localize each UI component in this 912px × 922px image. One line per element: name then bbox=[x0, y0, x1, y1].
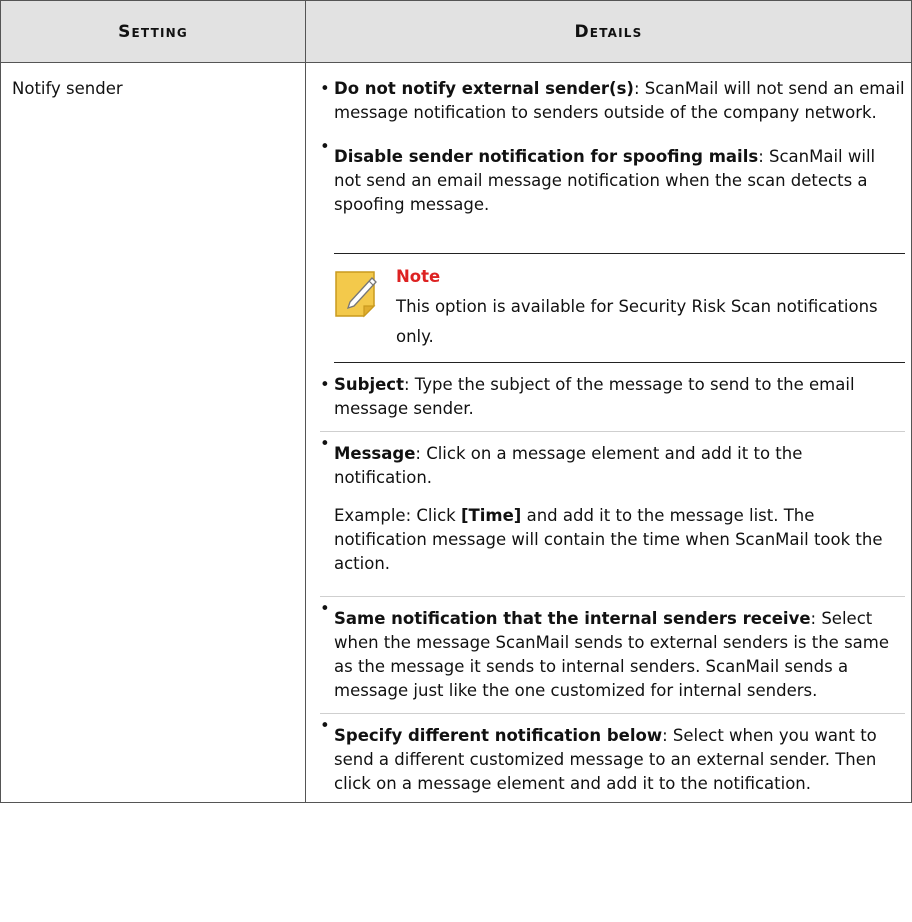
details-cell: Do not notify external sender(s): ScanMa… bbox=[305, 62, 912, 803]
setting-cell: Notify sender bbox=[0, 62, 306, 803]
item-term: Same notification that the internal send… bbox=[334, 609, 811, 628]
example-paragraph: Example: Click [Time] and add it to the … bbox=[320, 504, 905, 586]
list-item: Specify different notification below: Se… bbox=[320, 713, 905, 796]
note-content: Note This option is available for Securi… bbox=[396, 266, 905, 352]
note-box: Note This option is available for Securi… bbox=[334, 253, 905, 363]
item-term: Disable sender notification for spoofing… bbox=[334, 147, 759, 166]
item-term: Specify different notification below bbox=[334, 726, 663, 745]
document-page: Setting Details Notify sender Do not not… bbox=[0, 0, 912, 922]
settings-table: Setting Details Notify sender Do not not… bbox=[0, 0, 912, 803]
list-item: Disable sender notification for spoofing… bbox=[320, 135, 905, 217]
list-item: Do not notify external sender(s): ScanMa… bbox=[320, 77, 905, 125]
list-item: Message: Click on a message element and … bbox=[320, 431, 905, 490]
table-header-row: Setting Details bbox=[0, 0, 912, 63]
bullet-list-bottom: Subject: Type the subject of the message… bbox=[320, 373, 905, 490]
list-item: Subject: Type the subject of the message… bbox=[320, 373, 905, 421]
item-term: Do not notify external sender(s) bbox=[334, 79, 634, 98]
note-text: This option is available for Security Ri… bbox=[396, 297, 878, 346]
example-term: [Time] bbox=[460, 506, 522, 525]
example-pre: Example: Click bbox=[334, 506, 461, 525]
bullet-list-last: Same notification that the internal send… bbox=[320, 596, 905, 796]
item-description: : Type the subject of the message to sen… bbox=[334, 375, 855, 418]
item-term: Message bbox=[334, 444, 416, 463]
note-title: Note bbox=[396, 267, 441, 286]
header-details: Details bbox=[305, 0, 912, 63]
table-row: Notify sender Do not notify external sen… bbox=[0, 62, 912, 803]
bullet-list-top: Do not notify external sender(s): ScanMa… bbox=[320, 77, 905, 217]
list-item: Same notification that the internal send… bbox=[320, 596, 905, 703]
item-term: Subject bbox=[334, 375, 404, 394]
header-setting: Setting bbox=[0, 0, 306, 63]
note-pencil-icon bbox=[335, 271, 377, 318]
